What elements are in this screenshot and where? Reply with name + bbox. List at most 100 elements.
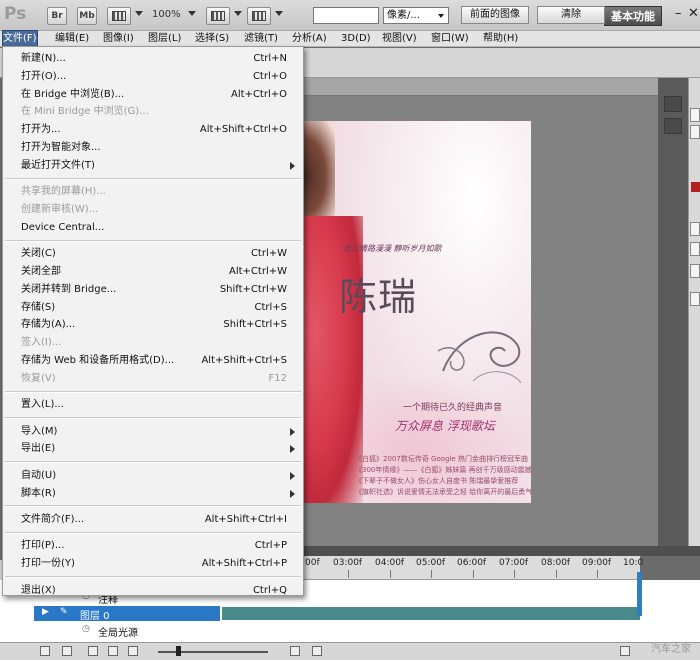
poster-info-line: 《旗帜社选》诉说爱情无法承受之轻 给你离开的最后勇气: [355, 488, 531, 496]
previous-frame-icon[interactable]: [62, 646, 72, 656]
play-icon[interactable]: [88, 646, 98, 656]
file-menu-item[interactable]: 打开为... Alt+Shift+Ctrl+O: [21, 121, 289, 138]
timeline-tick-label: 07:00f: [499, 558, 529, 568]
first-frame-icon[interactable]: [40, 646, 50, 656]
menu-item-shortcut: Alt+Ctrl+O: [231, 88, 287, 100]
file-menu-item[interactable]: 新建(N)... Ctrl+N: [21, 50, 289, 67]
menu-view[interactable]: 视图(V): [382, 31, 417, 47]
menu-item-label: 打开为智能对象...: [21, 142, 101, 153]
document-tab-strip[interactable]: [303, 78, 658, 96]
menu-item-label: 导入(M): [21, 425, 58, 437]
clear-button[interactable]: 清除: [537, 6, 605, 24]
timeline-layer-row[interactable]: ◷ 全局光源: [34, 623, 220, 639]
poster-canvas[interactable]: 走过情路漫漫 静听岁月如歌 陈瑞 一个期待已久的经典声音 万众屏息 浮现歌坛 《…: [303, 121, 531, 503]
file-menu-item[interactable]: 文件简介(F)... Alt+Shift+Ctrl+I: [21, 511, 289, 528]
timeline-layer-row-selected[interactable]: ▶ ✎ 图层 0: [34, 606, 220, 622]
chevron-down-icon[interactable]: [135, 11, 143, 16]
panel-menu-icon[interactable]: [620, 646, 630, 656]
panel-chip[interactable]: [690, 108, 700, 122]
menu-item-shortcut: Shift+Ctrl+W: [219, 283, 287, 295]
menu-item-shortcut: Ctrl+N: [253, 53, 287, 64]
panel-tool-icon[interactable]: [664, 118, 682, 134]
panel-chip[interactable]: [690, 264, 700, 278]
screen-mode-button[interactable]: [247, 7, 271, 25]
menu-image[interactable]: 图像(I): [103, 31, 134, 47]
menu-file[interactable]: 文件(F): [2, 30, 38, 48]
poster-figure-red-shirt: [303, 216, 363, 503]
file-menu-item[interactable]: 导出(E): [21, 440, 295, 457]
menu-item-shortcut: Alt+Shift+Ctrl+S: [201, 355, 287, 366]
file-menu-item[interactable]: 存储为(A)... Shift+Ctrl+S: [21, 316, 289, 333]
timeline-tick: [556, 570, 557, 578]
menu-window[interactable]: 窗口(W): [431, 31, 469, 47]
menu-item-shortcut: Ctrl+W: [250, 248, 287, 260]
file-menu-item[interactable]: 存储(S) Ctrl+S: [21, 299, 289, 316]
menu-layer[interactable]: 图层(L): [148, 31, 181, 47]
photoshop-logo: Ps: [4, 4, 27, 24]
close-window-button[interactable]: ✕: [688, 6, 699, 21]
menu-item-shortcut: F12: [268, 372, 287, 384]
panel-chip[interactable]: [690, 222, 700, 236]
file-menu-item[interactable]: 最近打开文件(T): [21, 157, 295, 174]
audio-icon[interactable]: [128, 646, 138, 656]
work-area-end-marker[interactable]: [637, 572, 642, 616]
chevron-down-icon: [438, 14, 444, 18]
zoom-slider-track[interactable]: [158, 651, 268, 653]
onion-skin-icon[interactable]: [290, 646, 300, 656]
mini-bridge-button[interactable]: Mb: [77, 7, 97, 25]
arrange-documents-button[interactable]: [206, 7, 230, 25]
file-menu-item[interactable]: 打印一份(Y) Alt+Shift+Ctrl+P: [21, 555, 289, 572]
menu-item-shortcut: Ctrl+S: [254, 301, 287, 313]
menu-separator: [5, 461, 301, 464]
menu-item-shortcut: Alt+Shift+Ctrl+I: [204, 514, 287, 525]
workspace-switcher-button[interactable]: 基本功能: [604, 6, 662, 26]
file-menu-item[interactable]: 退出(X) Ctrl+Q: [21, 582, 289, 599]
zoom-dropdown-icon[interactable]: [188, 11, 196, 16]
timeline-tick: [431, 570, 432, 578]
trash-icon[interactable]: [312, 646, 322, 656]
timeline-ruler[interactable]: 00f 03:00f 04:00f 05:00f 06:00f 07:00f 0…: [303, 556, 643, 580]
screen-mode-dropdown-icon[interactable]: [275, 11, 283, 16]
next-frame-icon[interactable]: [108, 646, 118, 656]
menu-item-label: 打印(P)...: [21, 540, 65, 552]
file-menu-item[interactable]: 打开为智能对象...: [21, 139, 289, 156]
menu-3d[interactable]: 3D(D): [341, 31, 371, 47]
foreground-color-swatch[interactable]: [691, 182, 700, 192]
file-menu-item[interactable]: 关闭(C) Ctrl+W: [21, 245, 289, 262]
panel-chip[interactable]: [690, 292, 700, 306]
panel-tool-icon[interactable]: [664, 96, 682, 112]
layer-name: 图层 0: [80, 611, 110, 622]
front-image-button[interactable]: 前面的图像: [461, 6, 529, 24]
file-menu-item[interactable]: 关闭并转到 Bridge... Shift+Ctrl+W: [21, 281, 289, 298]
file-menu-item[interactable]: 置入(L)...: [21, 396, 289, 413]
view-extras-button[interactable]: [107, 7, 131, 25]
menu-item-label: 创建新审核(W)...: [21, 204, 99, 215]
file-menu-item[interactable]: 打开(O)... Ctrl+O: [21, 68, 289, 85]
file-menu-item[interactable]: 在 Bridge 中浏览(B)... Alt+Ctrl+O: [21, 86, 289, 103]
menu-filter[interactable]: 滤镜(T): [244, 31, 278, 47]
menu-edit[interactable]: 编辑(E): [55, 31, 89, 47]
bridge-button[interactable]: Br: [47, 7, 67, 25]
layer-duration-bar[interactable]: [222, 607, 640, 620]
file-menu-item[interactable]: 脚本(R): [21, 485, 295, 502]
menu-item-label: 打开(O)...: [21, 70, 67, 82]
expand-triangle-icon[interactable]: ▶: [42, 607, 49, 617]
panel-chip[interactable]: [690, 125, 700, 139]
menu-select[interactable]: 选择(S): [195, 31, 229, 47]
resolution-input[interactable]: [313, 7, 379, 24]
file-menu-item[interactable]: 存储为 Web 和设备所用格式(D)... Alt+Shift+Ctrl+S: [21, 352, 289, 369]
zoom-level[interactable]: 100%: [152, 9, 181, 20]
menu-help[interactable]: 帮助(H): [483, 31, 518, 47]
minimize-window-button[interactable]: –: [675, 6, 682, 21]
zoom-slider-thumb[interactable]: [176, 646, 181, 656]
file-menu-item[interactable]: 关闭全部 Alt+Ctrl+W: [21, 263, 289, 280]
menu-analysis[interactable]: 分析(A): [292, 31, 327, 47]
file-menu-item[interactable]: Device Central...: [21, 219, 289, 236]
file-menu-item[interactable]: 自动(U): [21, 467, 295, 484]
arrange-dropdown-icon[interactable]: [234, 11, 242, 16]
file-menu-item[interactable]: 导入(M): [21, 423, 295, 440]
panel-chip[interactable]: [690, 242, 700, 256]
menu-item-label: Device Central...: [21, 221, 105, 233]
file-menu-item[interactable]: 打印(P)... Ctrl+P: [21, 537, 289, 554]
stopwatch-icon[interactable]: ◷: [82, 624, 90, 634]
